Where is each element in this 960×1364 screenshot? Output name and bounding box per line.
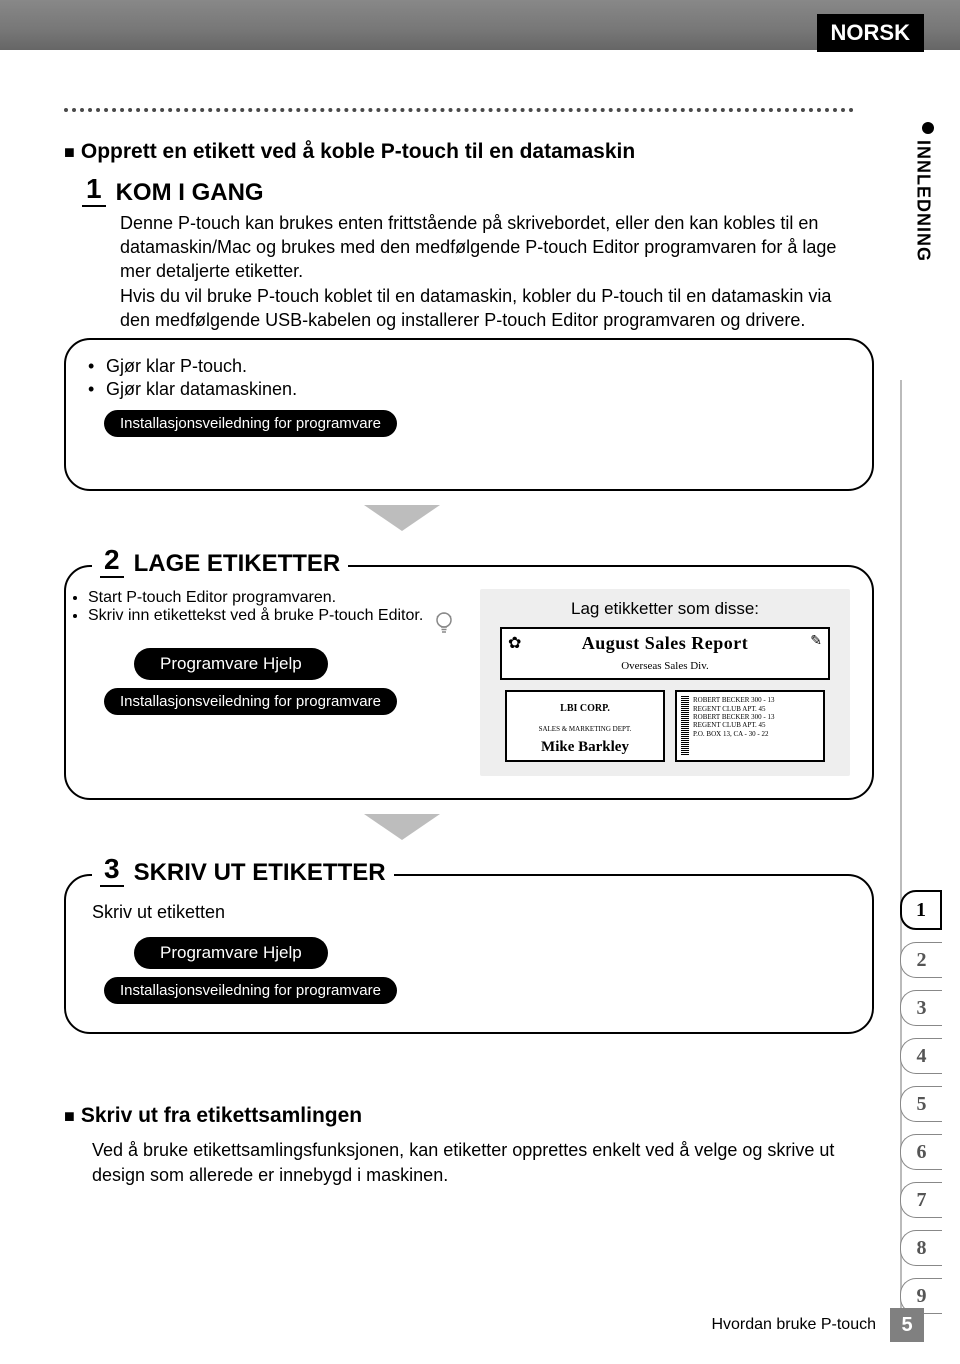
step1-number: 1	[82, 174, 106, 207]
label-sample-text: ROBERT BECKER 300 - 13	[693, 696, 775, 704]
label-sample-text: REGENT CLUB APT. 45	[693, 721, 775, 729]
lightbulb-icon	[434, 611, 454, 640]
step1-box: Gjør klar P-touch. Gjør klar datamaskine…	[64, 338, 874, 491]
language-tab: NORSK	[817, 14, 924, 52]
dotted-separator	[64, 108, 854, 112]
label-sample-text: Overseas Sales Div.	[621, 660, 709, 672]
callout-title: Lag etikketter som disse:	[492, 599, 838, 619]
step3-title: SKRIV UT ETIKETTER	[134, 859, 386, 887]
index-tab-8[interactable]: 8	[900, 1230, 942, 1266]
index-tab-7[interactable]: 7	[900, 1182, 942, 1218]
step3-head: 3 SKRIV UT ETIKETTER	[92, 854, 394, 887]
header-band: NORSK	[0, 0, 960, 50]
step2-bullet-text: Skriv inn etikettekst ved å bruke P-touc…	[88, 607, 423, 624]
step2-bullet: Start P-touch Editor programvaren.	[88, 589, 462, 607]
label-sample-text: SALES & MARKETING DEPT.	[539, 725, 632, 733]
page-number: 5	[890, 1308, 924, 1342]
step2-number: 2	[100, 545, 124, 578]
install-guide-pill: Installasjonsveiledning for programvare	[104, 410, 397, 437]
label-sample-text: August Sales Report	[582, 633, 749, 653]
software-help-pill: Programvare Hjelp	[134, 648, 328, 680]
step3-number: 3	[100, 854, 124, 887]
arrow-down-icon	[364, 505, 440, 531]
install-guide-pill: Installasjonsveiledning for programvare	[104, 688, 397, 715]
intro-heading: ■ Opprett en etikett ved å koble P-touch …	[64, 140, 900, 164]
step2-title: LAGE ETIKETTER	[134, 550, 341, 578]
software-help-pill: Programvare Hjelp	[134, 937, 328, 969]
sample-labels-callout: Lag etikketter som disse: ✿ August Sales…	[480, 589, 850, 776]
install-guide-pill: Installasjonsveiledning for programvare	[104, 977, 397, 1004]
intro-heading-text: Opprett en etikett ved å koble P-touch t…	[81, 140, 635, 163]
bottom-heading: ■ Skriv ut fra etikettsamlingen	[64, 1104, 864, 1128]
step1-paragraph: Denne P-touch kan brukes enten frittståe…	[120, 211, 860, 332]
index-tab-4[interactable]: 4	[900, 1038, 942, 1074]
barcode-icon	[681, 696, 689, 756]
step2-bullet: Skriv inn etikettekst ved å bruke P-touc…	[88, 607, 462, 640]
step2-head: 2 LAGE ETIKETTER	[92, 545, 348, 578]
bottom-paragraph: Ved å bruke etikettsamlingsfunksjonen, k…	[92, 1138, 862, 1187]
step3-text: Skriv ut etiketten	[92, 902, 850, 923]
square-bullet-icon: ■	[64, 1106, 75, 1126]
square-bullet-icon: ■	[64, 142, 75, 162]
bottom-heading-text: Skriv ut fra etikettsamlingen	[81, 1104, 362, 1127]
footer: Hvordan bruke P-touch 5	[711, 1308, 924, 1342]
step1-title: KOM I GANG	[116, 179, 264, 207]
step1-bullet: Gjør klar datamaskinen.	[88, 379, 850, 400]
index-tab-2[interactable]: 2	[900, 942, 942, 978]
label-sample-text: P.O. BOX 13, CA - 30 - 22	[693, 730, 775, 738]
step2-box: 2 LAGE ETIKETTER Start P-touch Editor pr…	[64, 565, 874, 800]
index-tab-6[interactable]: 6	[900, 1134, 942, 1170]
footer-text: Hvordan bruke P-touch	[711, 1316, 876, 1334]
label-sample-text: Mike Barkley	[541, 739, 629, 755]
index-tab-5[interactable]: 5	[900, 1086, 942, 1122]
label-sample-text: ROBERT BECKER 300 - 13	[693, 713, 775, 721]
index-rail: 1 2 3 4 5 6 7 8 9	[900, 890, 940, 1326]
label-sample: LBI CORP. SALES & MARKETING DEPT. Mike B…	[505, 690, 665, 762]
arrow-down-icon	[364, 814, 440, 840]
label-sample-text: REGENT CLUB APT. 45	[693, 705, 775, 713]
label-sample: ✿ August Sales Report ✎ Overseas Sales D…	[500, 627, 830, 680]
step3-box: 3 SKRIV UT ETIKETTER Skriv ut etiketten …	[64, 874, 874, 1034]
step1-bullet: Gjør klar P-touch.	[88, 356, 850, 377]
label-sample: ROBERT BECKER 300 - 13 REGENT CLUB APT. …	[675, 690, 825, 762]
index-tab-3[interactable]: 3	[900, 990, 942, 1026]
label-sample-text: LBI CORP.	[560, 703, 610, 714]
index-tab-1[interactable]: 1	[900, 890, 942, 930]
step1-head: 1 KOM I GANG	[82, 174, 900, 207]
